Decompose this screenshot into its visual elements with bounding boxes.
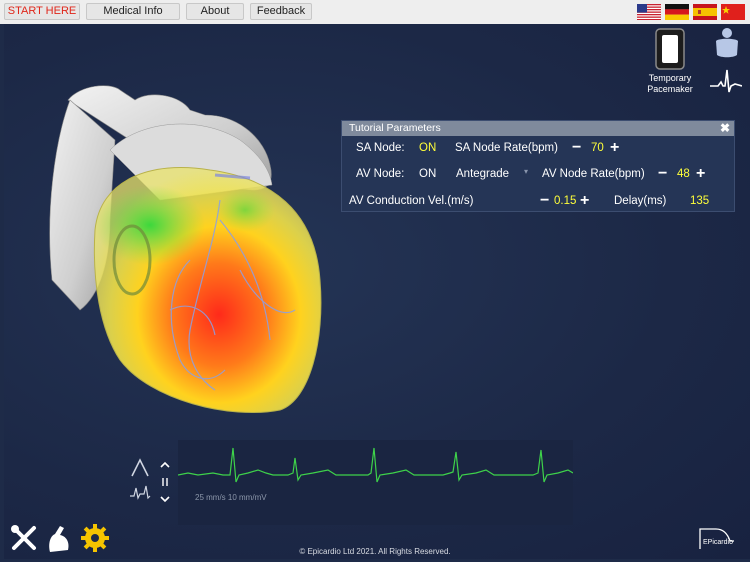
start-here-button[interactable]: START HERE bbox=[4, 3, 80, 20]
delay-label: Delay(ms) bbox=[614, 195, 667, 207]
heart-3d-model[interactable] bbox=[40, 60, 340, 425]
body-torso-icon[interactable] bbox=[713, 27, 741, 59]
panel-title: Tutorial Parameters bbox=[349, 122, 441, 134]
sa-node-label: SA Node: bbox=[356, 142, 405, 154]
sa-rate-minus-button[interactable]: − bbox=[572, 140, 581, 156]
tutorial-parameters-panel: Tutorial Parameters ✖ SA Node: ON SA Nod… bbox=[341, 120, 735, 212]
av-direction-select[interactable]: Antegrade bbox=[456, 168, 509, 180]
pacemaker-label-line1: Temporary bbox=[648, 73, 692, 83]
av-conduction-minus-button[interactable]: − bbox=[540, 193, 549, 209]
av-conduction-label: AV Conduction Vel.(m/s) bbox=[349, 195, 474, 207]
about-button[interactable]: About bbox=[186, 3, 244, 20]
pacemaker-label-line2: Pacemaker bbox=[647, 84, 693, 94]
spanish-flag-icon[interactable] bbox=[693, 4, 717, 20]
ecg-waveform-icon[interactable] bbox=[710, 68, 742, 96]
ecg-monitor bbox=[177, 440, 574, 525]
temporary-pacemaker-button[interactable]: Temporary Pacemaker bbox=[645, 28, 695, 95]
logo-text: EPicardio bbox=[703, 539, 733, 546]
close-icon[interactable]: ✖ bbox=[720, 121, 730, 136]
medical-info-button[interactable]: Medical Info bbox=[86, 3, 180, 20]
top-nav-bar: START HERE Medical Info About Feedback bbox=[0, 0, 750, 24]
pacemaker-device-icon bbox=[655, 28, 685, 70]
av-rate-plus-button[interactable]: + bbox=[696, 166, 705, 182]
sa-rate-label: SA Node Rate(bpm) bbox=[455, 142, 558, 154]
delay-value: 135 bbox=[690, 195, 710, 207]
copyright-footer: © Epicardio Ltd 2021. All Rights Reserve… bbox=[299, 547, 451, 556]
av-conduction-plus-button[interactable]: + bbox=[580, 193, 589, 209]
panel-header: Tutorial Parameters ✖ bbox=[342, 121, 734, 136]
feedback-button[interactable]: Feedback bbox=[250, 3, 312, 20]
lead-select-icon[interactable] bbox=[130, 458, 150, 478]
chevron-down-icon[interactable]: ▾ bbox=[524, 167, 528, 176]
calibration-icon[interactable] bbox=[128, 482, 152, 502]
av-node-toggle[interactable]: ON bbox=[419, 168, 436, 180]
german-flag-icon[interactable] bbox=[665, 4, 689, 20]
av-rate-minus-button[interactable]: − bbox=[658, 166, 667, 182]
sa-rate-plus-button[interactable]: + bbox=[610, 140, 619, 156]
ecg-scroll-controls[interactable] bbox=[159, 461, 171, 503]
us-flag-icon[interactable] bbox=[637, 4, 661, 20]
sa-node-toggle[interactable]: ON bbox=[419, 142, 436, 154]
av-rate-label: AV Node Rate(bpm) bbox=[542, 168, 645, 180]
av-rate-value: 48 bbox=[677, 168, 690, 180]
av-conduction-value: 0.15 bbox=[554, 195, 577, 207]
chinese-flag-icon[interactable] bbox=[721, 4, 745, 20]
sa-rate-value: 70 bbox=[591, 142, 604, 154]
av-node-label: AV Node: bbox=[356, 168, 405, 180]
ecg-scale-caption: 25 mm/s 10 mm/mV bbox=[195, 493, 267, 502]
